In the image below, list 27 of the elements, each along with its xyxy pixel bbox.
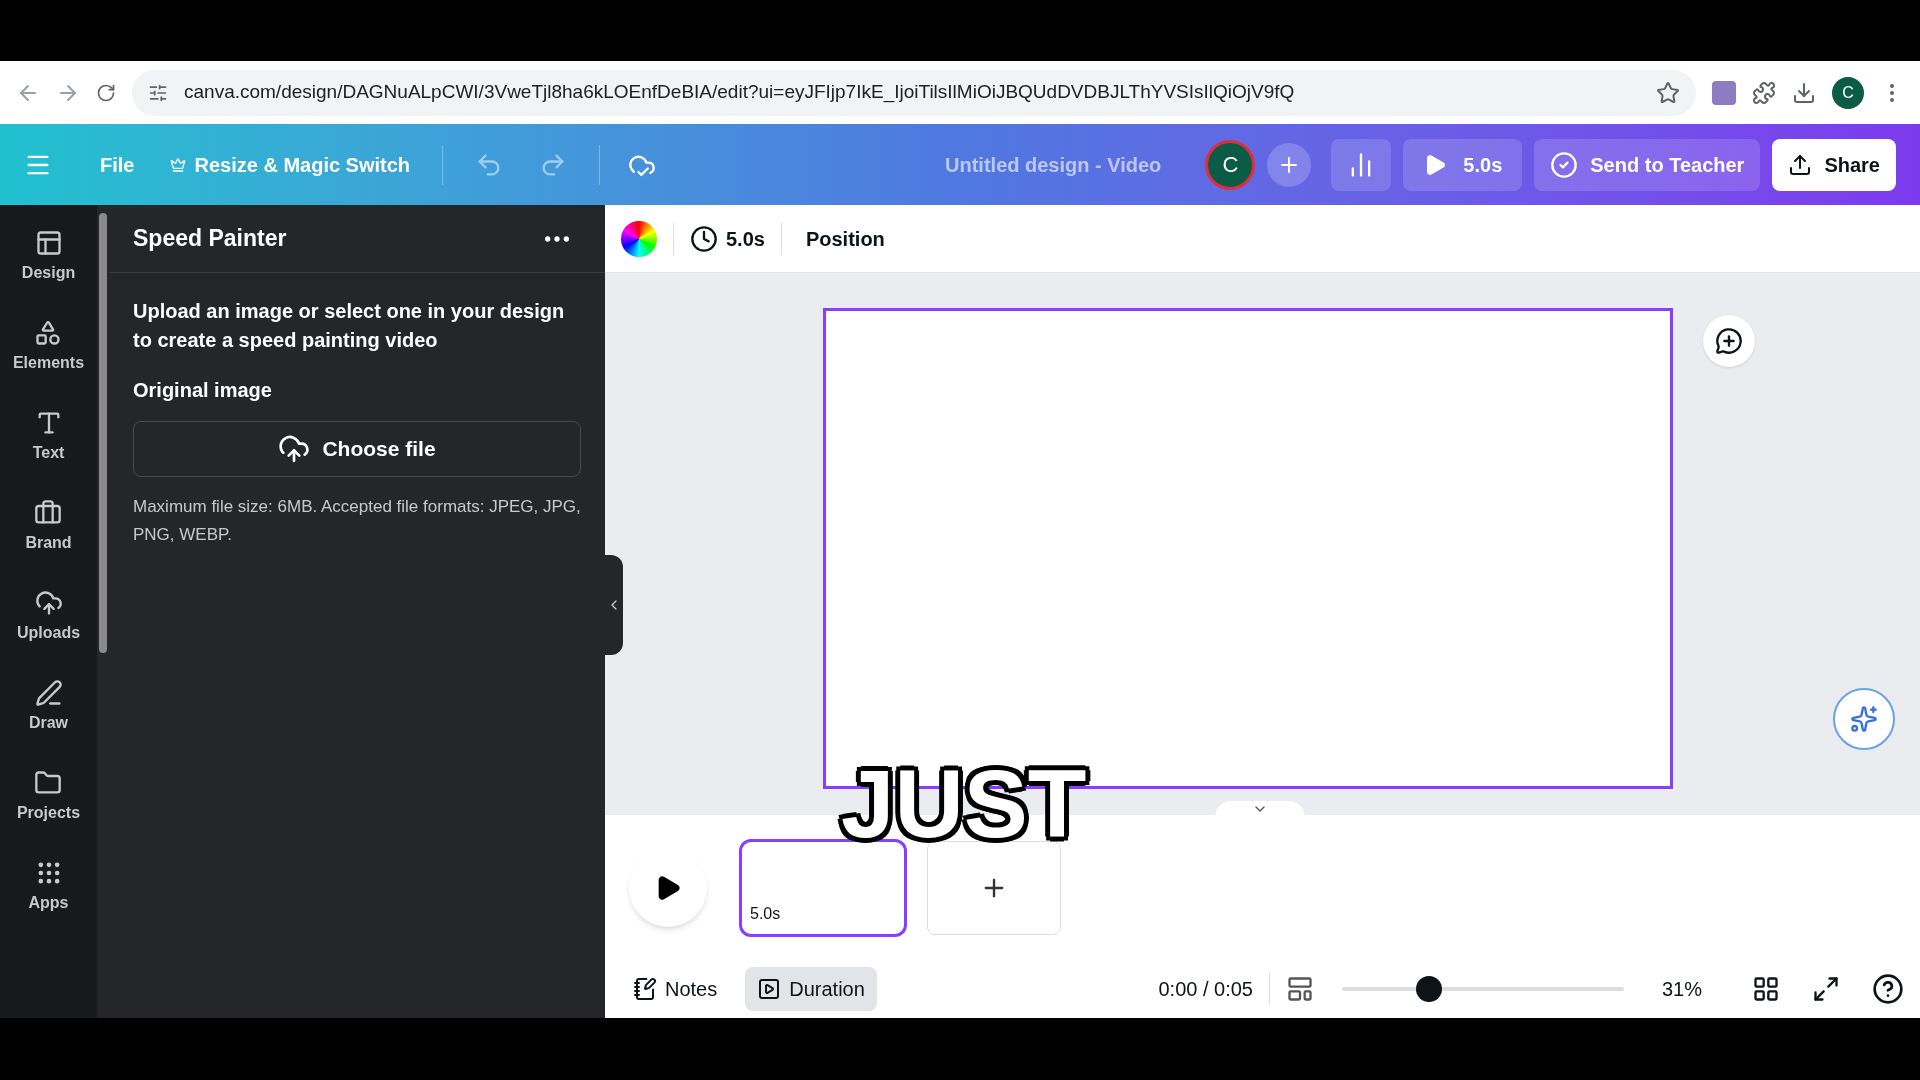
rail-item[interactable]: Design [21, 229, 76, 285]
profile-avatar[interactable]: C [1832, 76, 1864, 109]
rail-item[interactable]: Uploads [16, 589, 81, 645]
panel-title: Speed Painter [133, 224, 287, 254]
zoom-percentage[interactable]: 31% [1652, 974, 1712, 1004]
rail-item[interactable]: Projects [16, 769, 81, 825]
playback-time: 0:00 / 0:05 [1158, 977, 1253, 1002]
rail-item[interactable]: Draw [28, 679, 69, 735]
position-button[interactable]: Position [797, 223, 893, 254]
rail-item[interactable]: Apps [28, 859, 69, 915]
rail-item[interactable]: Text [32, 409, 65, 465]
rail-item[interactable]: Brand [25, 499, 72, 555]
present-button[interactable]: 5.0s [1403, 138, 1523, 191]
rail-item[interactable]: Elements [12, 319, 85, 375]
page-duration: 5.0s [750, 903, 781, 924]
file-hint: Maximum file size: 6MB. Accepted file formats: JPEG, JPG, PNG, WEBP. [133, 496, 581, 546]
panel-intro: Upload an image or select one in your design to create a speed painting video [133, 299, 566, 353]
footer-button[interactable]: Notes [621, 967, 730, 1011]
choose-file-button[interactable]: Choose file [133, 421, 581, 477]
url-text: canva.com/design/DAGNuALpCWI/3VweTjl8ha6kLOEnfDeBIA/edit?ui=eyJFIjp7IkE_IjoiTilsIlMiOiJBQUdDVDBJLThYVSIsIlQiOjV9fQ [184, 80, 1296, 105]
share-button[interactable]: Share [1772, 138, 1896, 191]
duration-control[interactable]: 5.0s [690, 223, 765, 254]
send-to-teacher-button[interactable]: Send to Teacher [1534, 138, 1761, 191]
user-avatar[interactable]: C [1205, 139, 1256, 190]
section-label: Original image [133, 378, 273, 403]
footer-button[interactable]: Duration [745, 967, 877, 1011]
address-bar[interactable]: canva.com/design/DAGNuALpCWI/3VweTjl8ha6kLOEnfDeBIA/edit?ui=eyJFIjp7IkE_IjoiTilsIlMiOiJBQUdDVDBJLThYVSIsIlQiOjV9fQ [132, 69, 1696, 116]
